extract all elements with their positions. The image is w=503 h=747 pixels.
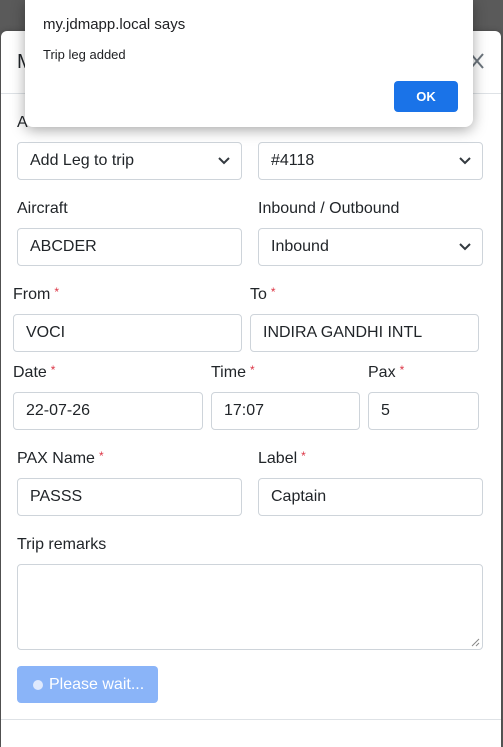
pax-input[interactable]: 5 xyxy=(368,392,479,430)
crew-label-label-text: Label xyxy=(258,450,298,467)
please-wait-button[interactable]: Please wait... xyxy=(17,666,158,703)
required-marker: * xyxy=(98,449,104,463)
to-label-text: To xyxy=(250,286,267,303)
resize-handle-icon[interactable] xyxy=(471,638,480,647)
alert-title: my.jdmapp.local says xyxy=(43,16,186,33)
trip-remarks-textarea[interactable] xyxy=(17,564,483,650)
please-wait-label: Please wait... xyxy=(49,676,145,693)
required-marker: * xyxy=(301,449,306,463)
aircraft-input[interactable]: ABCDER xyxy=(17,228,242,266)
modal-footer-divider xyxy=(1,719,501,720)
label-input[interactable]: Captain xyxy=(258,478,483,516)
inbound-outbound-label: Inbound / Outbound xyxy=(258,200,400,217)
from-input-value: VOCI xyxy=(26,324,66,341)
required-marker: * xyxy=(399,363,405,377)
to-input-value: INDIRA GANDHI INTL xyxy=(263,324,423,341)
chevron-down-icon xyxy=(459,157,471,165)
from-label: From * xyxy=(13,285,59,304)
required-marker: * xyxy=(270,285,276,299)
chevron-down-icon xyxy=(218,157,230,165)
pax-label: Pax * xyxy=(368,363,405,382)
alert-message: Trip leg added xyxy=(43,47,126,62)
required-marker: * xyxy=(50,363,56,377)
pax-name-label: PAX Name * xyxy=(17,449,104,468)
to-input[interactable]: INDIRA GANDHI INTL xyxy=(250,314,479,352)
pax-name-label-text: PAX Name xyxy=(17,450,95,467)
crew-label-label: Label * xyxy=(258,449,306,468)
trip-select[interactable]: #4118 xyxy=(258,142,483,180)
aircraft-input-value: ABCDER xyxy=(30,238,97,255)
from-input[interactable]: VOCI xyxy=(13,314,242,352)
date-label-text: Date xyxy=(13,364,47,381)
spinner-icon xyxy=(33,680,43,690)
inbound-outbound-value: Inbound xyxy=(271,238,329,255)
inbound-outbound-select[interactable]: Inbound xyxy=(258,228,483,266)
from-label-text: From xyxy=(13,286,51,303)
required-marker: * xyxy=(249,363,255,377)
required-marker: * xyxy=(54,285,59,299)
time-input[interactable]: 17:07 xyxy=(211,392,360,430)
trip-select-value: #4118 xyxy=(271,152,315,169)
action-select[interactable]: Add Leg to trip xyxy=(17,142,242,180)
time-label-text: Time xyxy=(211,364,246,381)
to-label: To * xyxy=(250,285,276,304)
aircraft-label: Aircraft xyxy=(17,200,68,217)
label-input-value: Captain xyxy=(271,488,327,505)
date-input-value: 22-07-26 xyxy=(26,402,91,419)
pax-input-value: 5 xyxy=(381,402,390,419)
time-label: Time * xyxy=(211,363,255,382)
time-input-value: 17:07 xyxy=(224,402,265,419)
date-label: Date * xyxy=(13,363,56,382)
chevron-down-icon xyxy=(459,243,471,251)
alert-ok-button[interactable]: OK xyxy=(394,81,458,112)
browser-alert-dialog: my.jdmapp.local says Trip leg added OK xyxy=(25,0,473,127)
action-select-value: Add Leg to trip xyxy=(30,152,135,169)
pax-name-input[interactable]: PASSS xyxy=(17,478,242,516)
pax-label-text: Pax xyxy=(368,364,396,381)
add-leg-modal: M A T Add Leg to trip #4118 Aircraft Inb… xyxy=(1,31,501,747)
trip-remarks-label: Trip remarks xyxy=(17,536,107,553)
date-input[interactable]: 22-07-26 xyxy=(13,392,203,430)
pax-name-input-value: PASSS xyxy=(30,488,83,505)
